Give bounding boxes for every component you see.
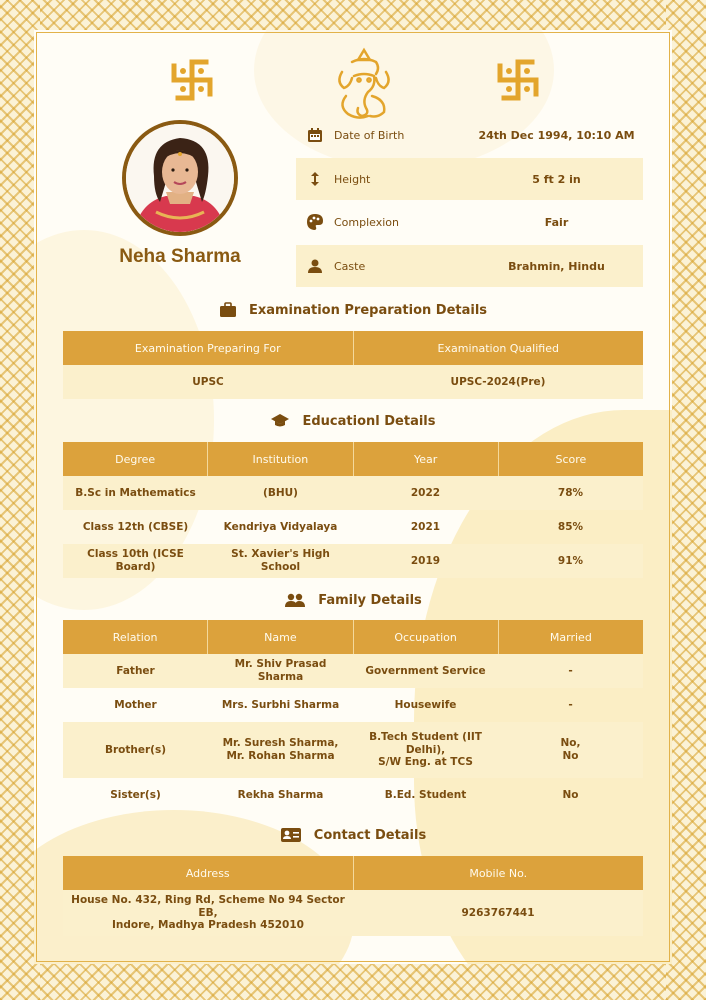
table-cell: Rekha Sharma: [237, 788, 324, 801]
column-header: Occupation: [354, 620, 499, 654]
table-cell: 91%: [557, 554, 584, 567]
table-cell: Father: [116, 664, 155, 677]
table-cell: B.Sc in Mathematics: [75, 486, 196, 499]
contact-card-icon: [280, 828, 301, 842]
section-title-education: Educationl Details: [63, 409, 643, 433]
info-value: 5 ft 2 in: [532, 172, 581, 186]
column-header: Year: [354, 442, 499, 476]
info-label: Complexion: [334, 215, 400, 229]
info-label: Date of Birth: [334, 128, 405, 142]
table-cell: Sister(s): [110, 788, 161, 801]
table-row: Mother Mrs. Surbhi Sharma Housewife -: [63, 688, 643, 722]
table-cell: Brother(s): [104, 743, 167, 756]
column-header: Degree: [63, 442, 209, 476]
height-arrow-icon: [311, 172, 319, 186]
table-row: Class 10th (ICSE Board) St. Xavier's Hig…: [63, 544, 643, 578]
table-cell: Class 10th (ICSE Board): [87, 548, 184, 573]
table-row: Class 12th (CBSE) Kendriya Vidyalaya 202…: [63, 510, 643, 544]
graduation-cap-icon: [271, 414, 290, 427]
table-cell: (BHU): [263, 486, 298, 499]
briefcase-icon: [219, 302, 236, 317]
section-title-text: Educationl Details: [302, 413, 436, 429]
person-icon: [308, 259, 322, 273]
info-label: Height: [334, 172, 371, 186]
table-header: Relation Name Occupation Married: [63, 620, 643, 654]
column-header: Relation: [63, 620, 209, 654]
table-cell: 78%: [557, 486, 584, 499]
candidate-name: Neha Sharma: [119, 246, 241, 267]
info-value: Brahmin, Hindu: [508, 259, 605, 273]
info-label: Caste: [334, 259, 366, 273]
table-cell: No, No: [560, 737, 581, 762]
family-table: Relation Name Occupation Married Father …: [63, 620, 643, 812]
table-header: Examination Preparing For Examination Qu…: [63, 331, 643, 365]
exam-table: Examination Preparing For Examination Qu…: [63, 331, 643, 399]
education-table: Degree Institution Year Score B.Sc in Ma…: [63, 442, 643, 578]
contact-table: Address Mobile No. House No. 432, Ring R…: [63, 856, 643, 936]
table-cell: UPSC-2024(Pre): [450, 375, 546, 388]
table-header: Degree Institution Year Score: [63, 442, 643, 476]
column-header: Examination Preparing For: [63, 331, 354, 365]
table-cell: Mother: [114, 698, 157, 711]
column-header: Name: [208, 620, 354, 654]
table-cell: Kendriya Vidyalaya: [223, 520, 338, 533]
profile-photo: [122, 120, 238, 236]
mobile-number-cell: 9263767441: [461, 906, 535, 919]
table-row: Father Mr. Shiv Prasad Sharma Government…: [63, 654, 643, 688]
column-header: Examination Qualified: [437, 341, 559, 355]
info-value: 24th Dec 1994, 10:10 AM: [478, 128, 635, 142]
info-value: Fair: [544, 215, 569, 229]
table-row: Brother(s) Mr. Suresh Sharma, Mr. Rohan …: [63, 722, 643, 778]
people-icon: [285, 593, 306, 607]
table-cell: Class 12th (CBSE): [82, 520, 189, 533]
section-title-exam: Examination Preparation Details: [63, 298, 643, 322]
table-row: B.Sc in Mathematics (BHU) 2022 78%: [63, 476, 643, 510]
table-header: Address Mobile No.: [63, 856, 643, 890]
table-cell: UPSC: [192, 375, 224, 388]
section-title-text: Family Details: [318, 592, 422, 608]
table-cell: -: [568, 664, 573, 677]
table-cell: Mrs. Surbhi Sharma: [221, 698, 340, 711]
palette-icon: [307, 214, 323, 230]
swastika-icon: [497, 59, 539, 101]
table-cell: 2022: [410, 486, 441, 499]
column-header: Mobile No.: [469, 866, 528, 880]
table-cell: St. Xavier's High School: [231, 548, 330, 573]
column-header: Score: [555, 452, 587, 466]
table-cell: Mr. Suresh Sharma, Mr. Rohan Sharma: [222, 737, 339, 762]
calendar-icon: [308, 128, 322, 142]
info-row-height: Height 5 ft 2 in: [296, 158, 643, 200]
table-cell: Government Service: [365, 664, 486, 677]
info-row-dob: Date of Birth 24th Dec 1994, 10:10 AM: [296, 114, 643, 156]
table-cell: B.Ed. Student: [384, 788, 467, 801]
table-cell: Mr. Shiv Prasad Sharma: [234, 658, 327, 683]
swastika-icon: [171, 59, 213, 101]
table-cell: No: [562, 788, 579, 801]
table-cell: B.Tech Student (IIT Delhi), S/W Eng. at …: [369, 731, 482, 769]
column-header: Address: [63, 856, 354, 890]
column-header: Married: [549, 630, 592, 644]
column-header: Institution: [208, 442, 354, 476]
section-title-text: Contact Details: [313, 827, 427, 843]
section-title-family: Family Details: [63, 588, 643, 612]
address-cell: House No. 432, Ring Rd, Scheme No 94 Sec…: [71, 894, 345, 932]
table-row: House No. 432, Ring Rd, Scheme No 94 Sec…: [63, 890, 643, 936]
table-cell: -: [568, 698, 573, 711]
table-cell: 2021: [410, 520, 441, 533]
table-cell: 85%: [557, 520, 584, 533]
section-title-text: Examination Preparation Details: [248, 302, 488, 318]
section-title-contact: Contact Details: [63, 823, 643, 847]
ganesha-icon: [338, 47, 390, 119]
table-cell: 2019: [410, 554, 441, 567]
info-row-complexion: Complexion Fair: [296, 201, 643, 243]
info-row-caste: Caste Brahmin, Hindu: [296, 245, 643, 287]
table-row: UPSC UPSC-2024(Pre): [63, 365, 643, 399]
table-row: Sister(s) Rekha Sharma B.Ed. Student No: [63, 778, 643, 812]
table-cell: Housewife: [394, 698, 457, 711]
